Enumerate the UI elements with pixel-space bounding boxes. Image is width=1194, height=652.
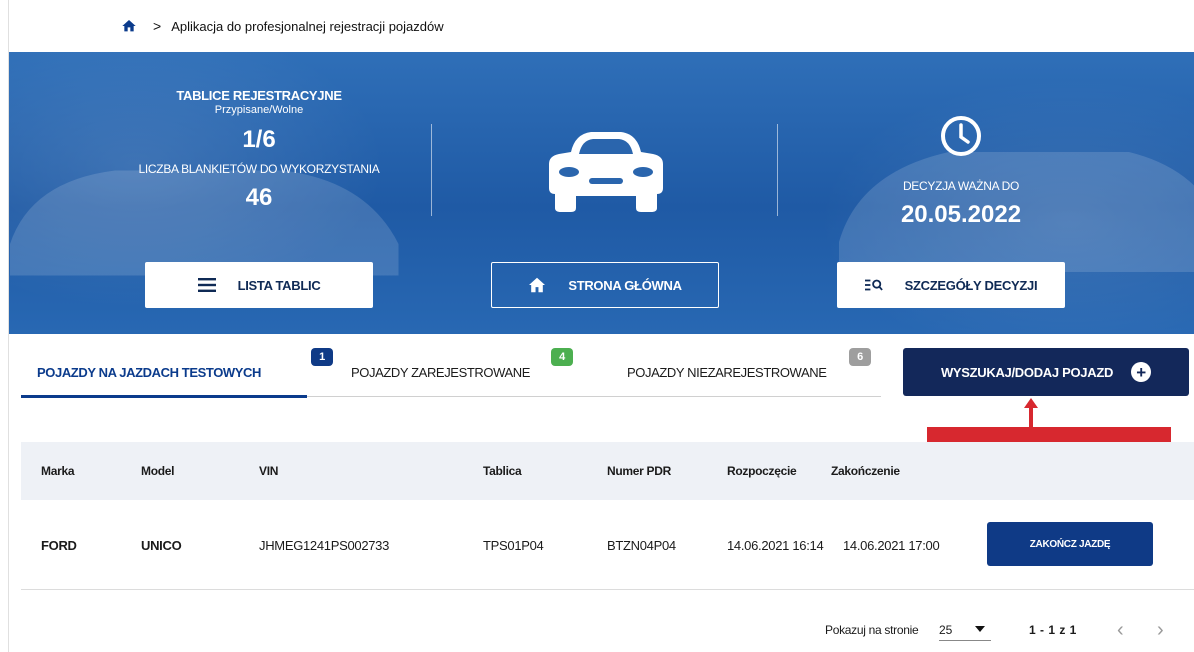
hero-divider: [431, 124, 432, 216]
decision-label: DECYZJA WAŻNA DO: [902, 179, 1020, 193]
decision-details-button[interactable]: SZCZEGÓŁY DECYZJI: [837, 262, 1065, 308]
plates-sublabel: Przypisane/Wolne: [214, 104, 304, 116]
plates-list-button[interactable]: LISTA TABLIC: [145, 262, 373, 308]
hero-banner: TABLICE REJESTRACYJNE Przypisane/Wolne 1…: [9, 52, 1194, 334]
car-icon: [549, 132, 663, 212]
callout-arrow: [1024, 398, 1038, 428]
menu-icon: [197, 278, 216, 292]
tab-registered-label: POJAZDY ZAREJESTROWANE: [351, 364, 531, 380]
cell-model: UNICO: [141, 537, 182, 553]
page-size-select[interactable]: 25: [939, 618, 991, 642]
app-frame: > Aplikacja do profesjonalnej rejestracj…: [8, 0, 1194, 652]
plates-list-label: LISTA TABLIC: [237, 277, 321, 293]
blanks-value: 46: [245, 184, 273, 211]
column-header-tablica[interactable]: Tablica: [483, 442, 522, 500]
hero-divider: [777, 124, 778, 216]
search-add-vehicle-label: WYSZUKAJ/DODAJ POJAZD: [940, 364, 1114, 380]
next-page-icon[interactable]: ›: [1157, 618, 1164, 642]
home-page-label: STRONA GŁÓWNA: [568, 277, 682, 293]
column-header-zakonczenie[interactable]: Zakończenie: [831, 442, 900, 500]
page-size-value: 25: [939, 623, 953, 637]
plus-circle-icon: +: [1131, 362, 1152, 382]
column-header-model[interactable]: Model: [141, 442, 174, 500]
cell-marka: FORD: [41, 537, 77, 553]
vehicle-tabs: POJAZDY NA JAZDACH TESTOWYCH 1 POJAZDY Z…: [21, 346, 881, 398]
plates-stats: TABLICE REJESTRACYJNE Przypisane/Wolne 1…: [109, 88, 409, 212]
cell-numer-pdr: BTZN04P04: [607, 537, 676, 553]
home-page-button[interactable]: STRONA GŁÓWNA: [491, 262, 719, 308]
tab-count-badge: 6: [849, 348, 871, 366]
tab-unregistered-label: POJAZDY NIEZAREJESTROWANE: [627, 364, 827, 380]
active-tab-indicator: [21, 395, 307, 398]
cell-zakonczenie: 14.06.2021 17:00: [843, 537, 940, 553]
blanks-label: LICZBA BLANKIETÓW DO WYKORZYSTANIA: [138, 162, 380, 176]
tab-unregistered[interactable]: POJAZDY NIEZAREJESTROWANE 6: [627, 346, 871, 398]
clock-icon: [941, 116, 981, 156]
dropdown-caret-icon: [975, 626, 985, 632]
home-icon[interactable]: [121, 18, 137, 34]
table-header: Marka Model VIN Tablica Numer PDR Rozpoc…: [21, 442, 1194, 500]
tab-test-drives[interactable]: POJAZDY NA JAZDACH TESTOWYCH 1: [37, 346, 333, 398]
details-search-icon: [864, 278, 883, 292]
page-range: 1 - 1 z 1: [1029, 623, 1077, 637]
tab-test-drives-label: POJAZDY NA JAZDACH TESTOWYCH: [37, 364, 262, 380]
page-size-label: Pokazuj na stronie: [825, 623, 919, 637]
decision-date: 20.05.2022: [900, 201, 1022, 228]
tab-count-badge: 4: [551, 348, 573, 366]
select-underline: [939, 640, 991, 641]
table-row: FORD UNICO JHMEG1241PS002733 TPS01P04 BT…: [21, 500, 1194, 590]
column-header-vin[interactable]: VIN: [259, 442, 278, 500]
tab-registered[interactable]: POJAZDY ZAREJESTROWANE 4: [351, 346, 573, 398]
search-add-vehicle-button[interactable]: WYSZUKAJ/DODAJ POJAZD +: [903, 348, 1189, 396]
breadcrumb-current: Aplikacja do profesjonalnej rejestracji …: [171, 18, 444, 34]
cell-rozpoczecie: 14.06.2021 16:14: [727, 537, 824, 553]
column-header-rozpoczecie[interactable]: Rozpoczęcie: [727, 442, 797, 500]
tab-count-badge: 1: [311, 348, 333, 366]
decision-stats: DECYZJA WAŻNA DO 20.05.2022: [831, 114, 1091, 229]
column-header-numer-pdr[interactable]: Numer PDR: [607, 442, 671, 500]
plates-label: TABLICE REJESTRACYJNE: [176, 88, 342, 103]
breadcrumb-separator: >: [153, 18, 162, 34]
cell-tablica: TPS01P04: [483, 537, 544, 553]
end-drive-button[interactable]: ZAKOŃCZ JAZDĘ: [987, 522, 1153, 566]
decision-details-label: SZCZEGÓŁY DECYZJI: [904, 277, 1038, 293]
prev-page-icon[interactable]: ‹: [1117, 618, 1124, 642]
cell-vin: JHMEG1241PS002733: [259, 537, 390, 553]
plates-value: 1/6: [242, 126, 276, 153]
breadcrumb: > Aplikacja do profesjonalnej rejestracj…: [121, 14, 444, 38]
home-icon: [528, 277, 546, 293]
column-header-marka[interactable]: Marka: [41, 442, 75, 500]
